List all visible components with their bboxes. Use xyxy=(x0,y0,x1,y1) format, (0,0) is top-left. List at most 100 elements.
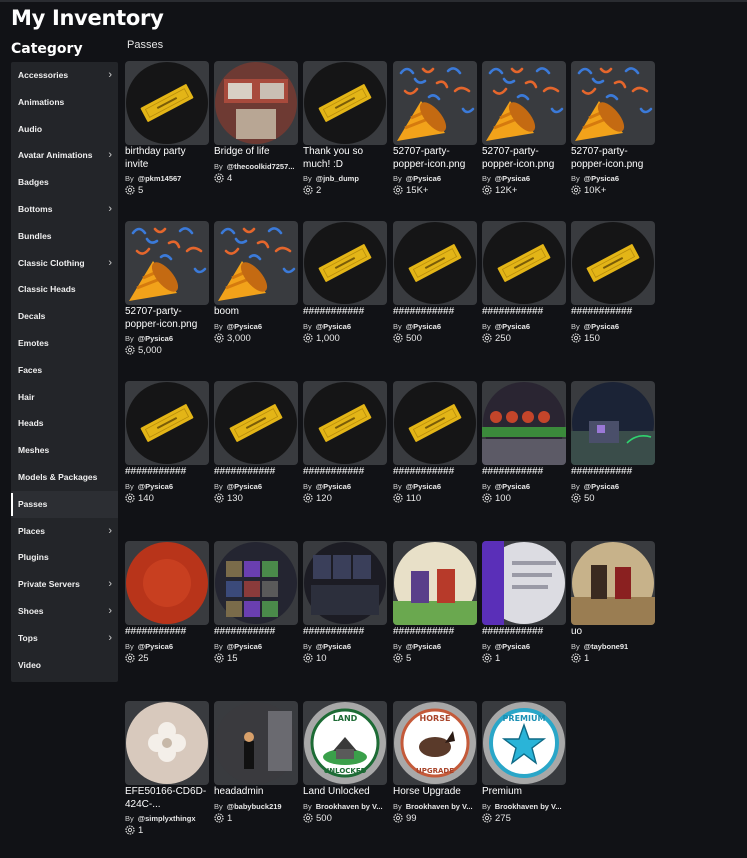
item-thumbnail[interactable] xyxy=(214,541,298,625)
creator-link[interactable]: @Pysica6 xyxy=(138,642,173,651)
inventory-item-card[interactable]: boom By @Pysica6 3,000 xyxy=(214,221,298,347)
inventory-item-card[interactable]: ########### By @Pysica6 140 xyxy=(125,381,209,507)
inventory-item-card[interactable]: birthday party invite By @pkm14567 5 xyxy=(125,61,209,199)
creator-link[interactable]: @thecoolkid7257... xyxy=(227,162,295,171)
sidebar-item-classic-clothing[interactable]: Classic Clothing › xyxy=(11,250,118,277)
sidebar-item-plugins[interactable]: Plugins xyxy=(11,544,118,571)
inventory-item-card[interactable]: ########### By @Pysica6 100 xyxy=(482,381,566,507)
creator-link[interactable]: Brookhaven by V... xyxy=(406,802,473,811)
sidebar-item-models-packages[interactable]: Models & Packages xyxy=(11,464,118,491)
creator-link[interactable]: @taybone91 xyxy=(584,642,628,651)
sidebar-item-decals[interactable]: Decals xyxy=(11,303,118,330)
inventory-item-card[interactable]: ########### By @Pysica6 120 xyxy=(303,381,387,507)
sidebar-item-video[interactable]: Video xyxy=(11,652,118,679)
creator-link[interactable]: @Pysica6 xyxy=(495,322,530,331)
item-thumbnail[interactable] xyxy=(393,381,477,465)
sidebar-item-animations[interactable]: Animations xyxy=(11,89,118,116)
sidebar-item-bundles[interactable]: Bundles xyxy=(11,223,118,250)
inventory-item-card[interactable]: ########### By @Pysica6 15 xyxy=(214,541,298,667)
item-thumbnail[interactable] xyxy=(393,541,477,625)
creator-link[interactable]: @Pysica6 xyxy=(227,642,262,651)
sidebar-item-avatar-animations[interactable]: Avatar Animations › xyxy=(11,142,118,169)
inventory-item-card[interactable]: headadmin By @babybuck219 1 xyxy=(214,701,298,827)
item-thumbnail[interactable] xyxy=(482,541,566,625)
item-thumbnail[interactable] xyxy=(393,221,477,305)
item-name[interactable]: ########### xyxy=(303,466,387,479)
item-name[interactable]: ########### xyxy=(214,626,298,639)
item-name[interactable]: ########### xyxy=(125,626,209,639)
creator-link[interactable]: @Pysica6 xyxy=(316,482,351,491)
item-name[interactable]: Horse Upgrade xyxy=(393,786,477,799)
item-thumbnail[interactable] xyxy=(482,61,566,145)
inventory-item-card[interactable]: Thank you so much! :D By @jnb_dump 2 xyxy=(303,61,387,199)
item-name[interactable]: ########### xyxy=(482,306,566,319)
sidebar-item-accessories[interactable]: Accessories › xyxy=(11,62,118,89)
item-thumbnail[interactable] xyxy=(214,61,298,145)
sidebar-item-tops[interactable]: Tops › xyxy=(11,625,118,652)
inventory-item-card[interactable]: LAND UNLOCKED Land Unlocked By Brookhaven by… xyxy=(303,701,387,827)
sidebar-item-hair[interactable]: Hair xyxy=(11,384,118,411)
sidebar-item-bottoms[interactable]: Bottoms › xyxy=(11,196,118,223)
inventory-item-card[interactable]: ########### By @Pysica6 50 xyxy=(571,381,655,507)
item-name[interactable]: ########### xyxy=(482,626,566,639)
item-thumbnail[interactable] xyxy=(125,61,209,145)
item-name[interactable]: ########### xyxy=(393,466,477,479)
item-name[interactable]: ########### xyxy=(571,466,655,479)
item-thumbnail[interactable] xyxy=(571,61,655,145)
creator-link[interactable]: @Pysica6 xyxy=(495,482,530,491)
creator-link[interactable]: @simplyxthingx xyxy=(138,814,196,823)
item-name[interactable]: EFE50166-CD6D-424C-... xyxy=(125,786,209,811)
creator-link[interactable]: @Pysica6 xyxy=(138,482,173,491)
sidebar-item-audio[interactable]: Audio xyxy=(11,116,118,143)
sidebar-item-heads[interactable]: Heads xyxy=(11,410,118,437)
item-name[interactable]: ########### xyxy=(214,466,298,479)
creator-link[interactable]: @Pysica6 xyxy=(495,642,530,651)
sidebar-item-private-servers[interactable]: Private Servers › xyxy=(11,571,118,598)
creator-link[interactable]: @Pysica6 xyxy=(406,174,441,183)
sidebar-item-badges[interactable]: Badges xyxy=(11,169,118,196)
item-name[interactable]: 52707-party-popper-icon.png xyxy=(482,146,566,171)
item-name[interactable]: Bridge of life xyxy=(214,146,298,159)
creator-link[interactable]: @Pysica6 xyxy=(584,174,619,183)
sidebar-item-faces[interactable]: Faces xyxy=(11,357,118,384)
sidebar-item-meshes[interactable]: Meshes xyxy=(11,437,118,464)
item-name[interactable]: Premium xyxy=(482,786,566,799)
creator-link[interactable]: @babybuck219 xyxy=(227,802,282,811)
item-name[interactable]: ########### xyxy=(393,626,477,639)
item-name[interactable]: uo xyxy=(571,626,655,639)
item-thumbnail[interactable] xyxy=(482,381,566,465)
item-thumbnail[interactable] xyxy=(482,221,566,305)
inventory-item-card[interactable]: ########### By @Pysica6 130 xyxy=(214,381,298,507)
item-thumbnail[interactable]: LAND UNLOCKED xyxy=(303,701,387,785)
sidebar-item-passes[interactable]: Passes xyxy=(11,490,118,518)
inventory-item-card[interactable]: EFE50166-CD6D-424C-... By @simplyxthingx 1 xyxy=(125,701,209,839)
inventory-item-card[interactable]: HORSE UPGRADE Horse Upgrade By Brookhaven by… xyxy=(393,701,477,827)
creator-link[interactable]: @Pysica6 xyxy=(227,322,262,331)
inventory-item-card[interactable]: 52707-party-popper-icon.png By @Pysica6 5,0… xyxy=(125,221,209,359)
item-name[interactable]: ########### xyxy=(482,466,566,479)
creator-link[interactable]: Brookhaven by V... xyxy=(316,802,383,811)
creator-link[interactable]: @Pysica6 xyxy=(495,174,530,183)
item-name[interactable]: Land Unlocked xyxy=(303,786,387,799)
inventory-item-card[interactable]: PREMIUM Premium By Brookhaven by V... 275 xyxy=(482,701,566,827)
creator-link[interactable]: @Pysica6 xyxy=(406,482,441,491)
creator-link[interactable]: @Pysica6 xyxy=(316,322,351,331)
item-name[interactable]: Thank you so much! :D xyxy=(303,146,387,171)
item-thumbnail[interactable] xyxy=(571,541,655,625)
sidebar-item-shoes[interactable]: Shoes › xyxy=(11,598,118,625)
item-name[interactable]: 52707-party-popper-icon.png xyxy=(571,146,655,171)
creator-link[interactable]: @Pysica6 xyxy=(584,322,619,331)
inventory-item-card[interactable]: ########### By @Pysica6 10 xyxy=(303,541,387,667)
creator-link[interactable]: Brookhaven by V... xyxy=(495,802,562,811)
item-thumbnail[interactable] xyxy=(125,381,209,465)
inventory-item-card[interactable]: 52707-party-popper-icon.png By @Pysica6 12K… xyxy=(482,61,566,199)
item-name[interactable]: birthday party invite xyxy=(125,146,209,171)
inventory-item-card[interactable]: ########### By @Pysica6 110 xyxy=(393,381,477,507)
item-thumbnail[interactable]: HORSE UPGRADE xyxy=(393,701,477,785)
item-name[interactable]: 52707-party-popper-icon.png xyxy=(125,306,209,331)
item-thumbnail[interactable] xyxy=(125,541,209,625)
item-name[interactable]: 52707-party-popper-icon.png xyxy=(393,146,477,171)
item-name[interactable]: ########### xyxy=(393,306,477,319)
inventory-item-card[interactable]: ########### By @Pysica6 5 xyxy=(393,541,477,667)
item-name[interactable]: ########### xyxy=(125,466,209,479)
